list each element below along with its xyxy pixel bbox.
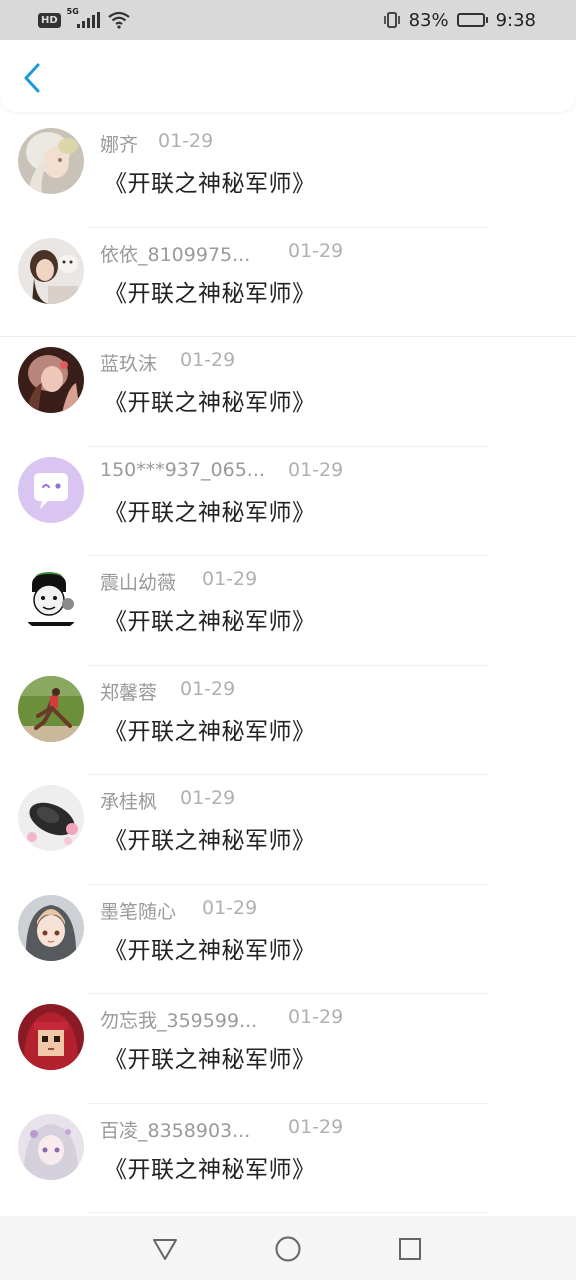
nav-back-button[interactable] [150, 1234, 180, 1264]
square-recents-icon [399, 1238, 421, 1260]
avatar[interactable] [18, 237, 84, 304]
avatar[interactable] [18, 456, 84, 523]
avatar[interactable] [18, 785, 84, 851]
nav-home-button[interactable] [273, 1234, 303, 1264]
book-title[interactable]: 《开联之神秘军师》 [104, 931, 316, 965]
book-title[interactable]: 《开联之神秘军师》 [104, 1150, 316, 1184]
vibrate-icon [383, 12, 400, 28]
comment-date: 01-29 [180, 787, 236, 809]
list-item[interactable]: 郑馨蓉 01-29 《开联之神秘军师》 [0, 666, 576, 775]
comment-date: 01-29 [202, 568, 258, 590]
user-name[interactable]: 150***937_065... [100, 459, 265, 481]
book-title[interactable]: 《开联之神秘军师》 [104, 1040, 316, 1074]
user-name[interactable]: 墨笔随心 [100, 897, 176, 924]
avatar[interactable] [18, 1113, 84, 1180]
book-title[interactable]: 《开联之神秘军师》 [104, 164, 316, 198]
list-item[interactable]: 勿忘我_359599... 01-29 《开联之神秘军师》 [0, 994, 576, 1104]
book-title[interactable]: 《开联之神秘军师》 [104, 493, 316, 527]
reader-list: 娜齐 01-29 《开联之神秘军师》 依依_8109975... 01-29 《… [0, 118, 576, 1213]
nav-recents-button[interactable] [395, 1234, 425, 1264]
battery-percent: 83% [408, 9, 449, 31]
comment-date: 01-29 [288, 458, 344, 481]
list-item[interactable]: 墨笔随心 01-29 《开联之神秘军师》 [0, 885, 576, 994]
comment-date: 01-29 [180, 677, 236, 700]
list-item[interactable]: 蓝玖沫 01-29 《开联之神秘军师》 [0, 337, 576, 447]
divider [88, 1212, 488, 1213]
list-item[interactable]: 依依_8109975... 01-29 《开联之神秘军师》 [0, 228, 576, 337]
user-name[interactable]: 震山幼薇 [100, 568, 176, 595]
user-name[interactable]: 百凌_8358903... [100, 1116, 250, 1143]
comment-date: 01-29 [288, 1006, 344, 1028]
book-title[interactable]: 《开联之神秘军师》 [104, 602, 316, 636]
avatar[interactable] [18, 894, 84, 961]
battery-icon [456, 13, 488, 27]
header [0, 40, 576, 112]
hd-icon: HD [38, 12, 61, 28]
book-title[interactable]: 《开联之神秘军师》 [104, 821, 316, 855]
user-name[interactable]: 郑馨蓉 [100, 678, 157, 705]
screen: HD 5G 83% 9:38 娜齐 01-29 《开联之神秘军师》 依依_810… [0, 0, 576, 1280]
avatar[interactable] [18, 566, 84, 632]
avatar[interactable] [18, 675, 84, 742]
comment-date: 01-29 [202, 896, 258, 919]
status-right: 83% 9:38 [383, 10, 536, 31]
wifi-icon [107, 11, 130, 29]
book-title[interactable]: 《开联之神秘军师》 [104, 274, 316, 308]
clock: 9:38 [495, 9, 536, 31]
status-bar: HD 5G 83% 9:38 [0, 0, 576, 40]
navigation-bar [0, 1216, 576, 1280]
book-title[interactable]: 《开联之神秘军师》 [104, 383, 316, 417]
triangle-back-icon [153, 1239, 177, 1260]
avatar[interactable] [18, 128, 84, 194]
user-name[interactable]: 承桂枫 [100, 787, 157, 814]
list-item[interactable]: 百凌_8358903... 01-29 《开联之神秘军师》 [0, 1104, 576, 1213]
book-title[interactable]: 《开联之神秘军师》 [104, 712, 316, 746]
chevron-left-icon [24, 63, 40, 93]
avatar[interactable] [18, 347, 84, 413]
comment-date: 01-29 [180, 349, 236, 371]
circle-home-icon [275, 1236, 301, 1262]
avatar[interactable] [18, 1004, 84, 1070]
list-item[interactable]: 150***937_065... 01-29 《开联之神秘军师》 [0, 447, 576, 556]
user-name[interactable]: 娜齐 [100, 130, 138, 157]
network-type: 5G [66, 7, 79, 16]
comment-date: 01-29 [288, 239, 344, 262]
status-left: HD 5G [38, 7, 130, 29]
comment-date: 01-29 [158, 130, 214, 152]
user-name[interactable]: 蓝玖沫 [100, 349, 157, 376]
user-name[interactable]: 依依_8109975... [100, 240, 250, 267]
list-item[interactable]: 承桂枫 01-29 《开联之神秘军师》 [0, 775, 576, 885]
user-name[interactable]: 勿忘我_359599... [100, 1006, 257, 1033]
list-item[interactable]: 娜齐 01-29 《开联之神秘军师》 [0, 118, 576, 228]
signal-icon: 5G [67, 7, 100, 28]
comment-date: 01-29 [288, 1115, 344, 1138]
list-item[interactable]: 震山幼薇 01-29 《开联之神秘军师》 [0, 556, 576, 666]
back-button[interactable] [18, 62, 46, 94]
